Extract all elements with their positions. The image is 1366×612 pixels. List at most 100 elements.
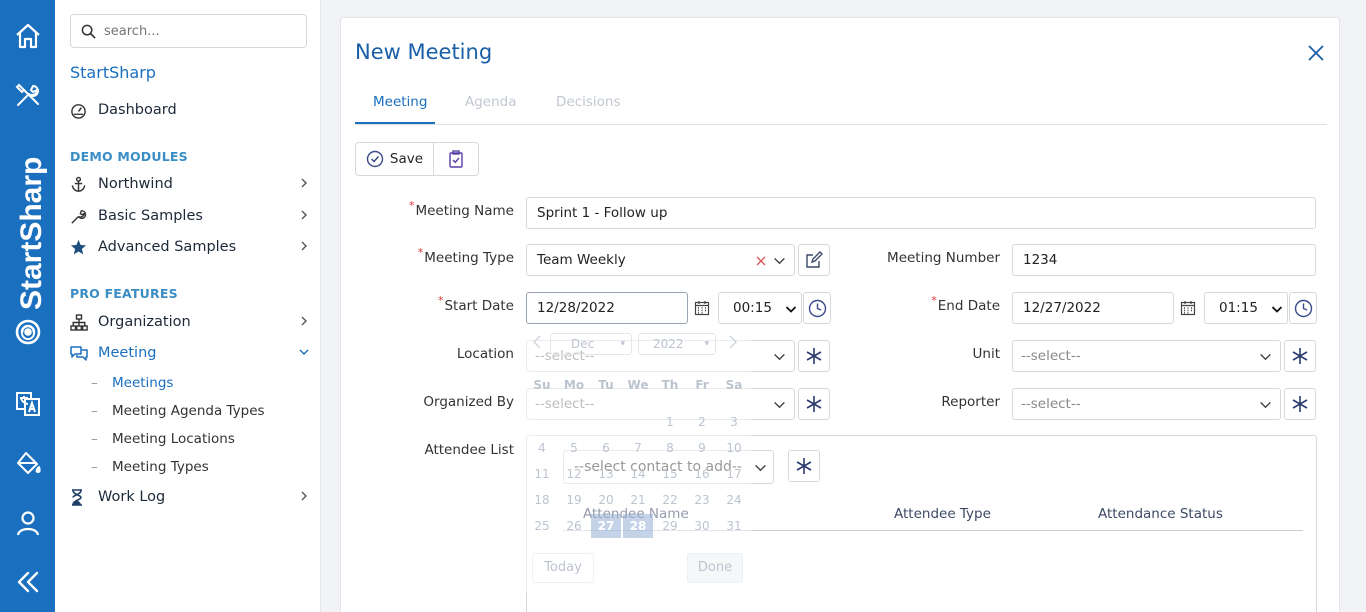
clear-selection-icon[interactable]: [756, 256, 766, 266]
meeting-type-select[interactable]: Team Weekly: [526, 244, 795, 276]
save-button[interactable]: Save: [356, 143, 434, 175]
close-icon[interactable]: [1305, 42, 1327, 64]
calendar-day[interactable]: 7: [623, 436, 653, 460]
start-date-input[interactable]: 12/28/2022: [526, 292, 688, 324]
translate-icon[interactable]: [12, 388, 44, 420]
sidebar-item-organization[interactable]: Organization: [70, 309, 310, 335]
asterisk-icon: [806, 396, 822, 412]
calendar-day[interactable]: 1: [655, 410, 685, 434]
search-box[interactable]: [70, 14, 307, 48]
calendar-day[interactable]: 14: [623, 462, 653, 486]
add-unit-button[interactable]: [1284, 340, 1316, 372]
calendar-day[interactable]: 20: [591, 488, 621, 512]
tab-decisions[interactable]: Decisions: [556, 94, 621, 110]
column-header-attendee-type[interactable]: Attendee Type: [894, 506, 991, 522]
unit-select[interactable]: --select--: [1012, 340, 1281, 372]
meeting-name-input[interactable]: Sprint 1 - Follow up: [526, 197, 1316, 229]
sidebar-subitem-meetings[interactable]: – Meetings: [91, 372, 173, 394]
sidebar-item-basic-samples[interactable]: Basic Samples: [70, 203, 310, 229]
add-reporter-button[interactable]: [1284, 388, 1316, 420]
calendar-icon[interactable]: [1180, 300, 1196, 316]
calendar-icon[interactable]: [694, 300, 710, 316]
calendar-day[interactable]: 17: [719, 462, 749, 486]
chevron-right-icon: [301, 178, 307, 188]
sidebar-subitem-meeting-agenda-types[interactable]: – Meeting Agenda Types: [91, 400, 265, 422]
column-header-attendance-status[interactable]: Attendance Status: [1098, 506, 1223, 522]
reporter-select[interactable]: --select--: [1012, 388, 1281, 420]
sidebar-subitem-meeting-locations[interactable]: – Meeting Locations: [91, 428, 235, 450]
calendar-day[interactable]: 11: [527, 462, 557, 486]
tab-agenda[interactable]: Agenda: [465, 94, 517, 110]
calendar-day[interactable]: 5: [559, 436, 589, 460]
meeting-number-label: Meeting Number: [887, 250, 1000, 266]
calendar-day[interactable]: 22: [655, 488, 685, 512]
end-date-input[interactable]: 12/27/2022: [1012, 292, 1174, 324]
year-select[interactable]: 2022 ▾: [638, 333, 716, 355]
sidebar-item-label: Meeting: [98, 345, 157, 361]
asterisk-icon: [796, 458, 812, 474]
tab-meeting[interactable]: Meeting: [373, 94, 427, 110]
calendar-day[interactable]: 28: [623, 514, 653, 538]
next-month-icon[interactable]: [728, 335, 738, 349]
calendar-day[interactable]: 29: [655, 514, 685, 538]
sidebar-subitem-meeting-types[interactable]: – Meeting Types: [91, 456, 209, 478]
calendar-day[interactable]: 2: [687, 410, 717, 434]
user-profile-icon[interactable]: [12, 507, 44, 539]
calendar-day[interactable]: 9: [687, 436, 717, 460]
calendar-day[interactable]: 24: [719, 488, 749, 512]
sidebar-item-advanced-samples[interactable]: Advanced Samples: [70, 234, 310, 260]
month-select[interactable]: Dec ▾: [550, 333, 632, 355]
tools-icon[interactable]: [12, 79, 44, 111]
start-now-button[interactable]: [803, 292, 831, 324]
calendar-day[interactable]: 10: [719, 436, 749, 460]
calendar-day[interactable]: 16: [687, 462, 717, 486]
calendar-day[interactable]: 18: [527, 488, 557, 512]
calendar-day[interactable]: 13: [591, 462, 621, 486]
dialog-toolbar: Save: [355, 142, 479, 176]
sidebar-item-work-log[interactable]: Work Log: [70, 484, 310, 510]
calendar-day[interactable]: 26: [559, 514, 589, 538]
calendar-day[interactable]: 12: [559, 462, 589, 486]
calendar-day[interactable]: 21: [623, 488, 653, 512]
calendar-day[interactable]: 4: [527, 436, 557, 460]
start-time-select[interactable]: 00:15: [718, 292, 802, 324]
meeting-name-label: *Meeting Name: [409, 199, 514, 219]
add-organizer-button[interactable]: [798, 388, 830, 420]
edit-meeting-type-button[interactable]: [798, 244, 830, 276]
sidebar-item-northwind[interactable]: Northwind: [70, 171, 310, 197]
calendar-day[interactable]: 27: [591, 514, 621, 538]
search-input[interactable]: [104, 23, 284, 39]
apply-changes-button[interactable]: [434, 143, 478, 175]
end-now-button[interactable]: [1289, 292, 1317, 324]
calendar-day[interactable]: 3: [719, 410, 749, 434]
chevron-down-icon: [785, 306, 797, 313]
sidebar-item-meeting[interactable]: Meeting: [70, 340, 310, 366]
calendar-day[interactable]: 8: [655, 436, 685, 460]
meeting-type-label: *Meeting Type: [418, 246, 514, 266]
collapse-sidebar-icon[interactable]: [12, 566, 44, 598]
calendar-day[interactable]: 19: [559, 488, 589, 512]
weekday-label: We: [627, 378, 649, 392]
home-icon[interactable]: [12, 20, 44, 52]
calendar-day[interactable]: 6: [591, 436, 621, 460]
reporter-placeholder: --select--: [1021, 396, 1081, 412]
calendar-day[interactable]: 25: [527, 514, 557, 538]
calendar-day[interactable]: 30: [687, 514, 717, 538]
end-time-select[interactable]: 01:15: [1204, 292, 1288, 324]
add-contact-button[interactable]: [788, 450, 820, 482]
prev-month-icon[interactable]: [532, 335, 542, 349]
calendar-day[interactable]: 15: [655, 462, 685, 486]
chevron-down-icon: [774, 353, 785, 361]
pro-features-header: PRO FEATURES: [70, 286, 178, 301]
done-button[interactable]: Done: [687, 553, 743, 583]
sidebar-item-dashboard[interactable]: Dashboard: [70, 97, 310, 123]
today-button[interactable]: Today: [532, 553, 594, 583]
calendar-day[interactable]: 23: [687, 488, 717, 512]
label-text: Start Date: [444, 298, 514, 314]
add-location-button[interactable]: [798, 340, 830, 372]
paint-bucket-icon[interactable]: [12, 447, 44, 479]
meeting-number-input[interactable]: 1234: [1012, 244, 1316, 276]
sidebar-brand[interactable]: StartSharp: [70, 63, 156, 82]
sidebar-subitem-label: Meeting Types: [112, 459, 209, 475]
calendar-day[interactable]: 31: [719, 514, 749, 538]
